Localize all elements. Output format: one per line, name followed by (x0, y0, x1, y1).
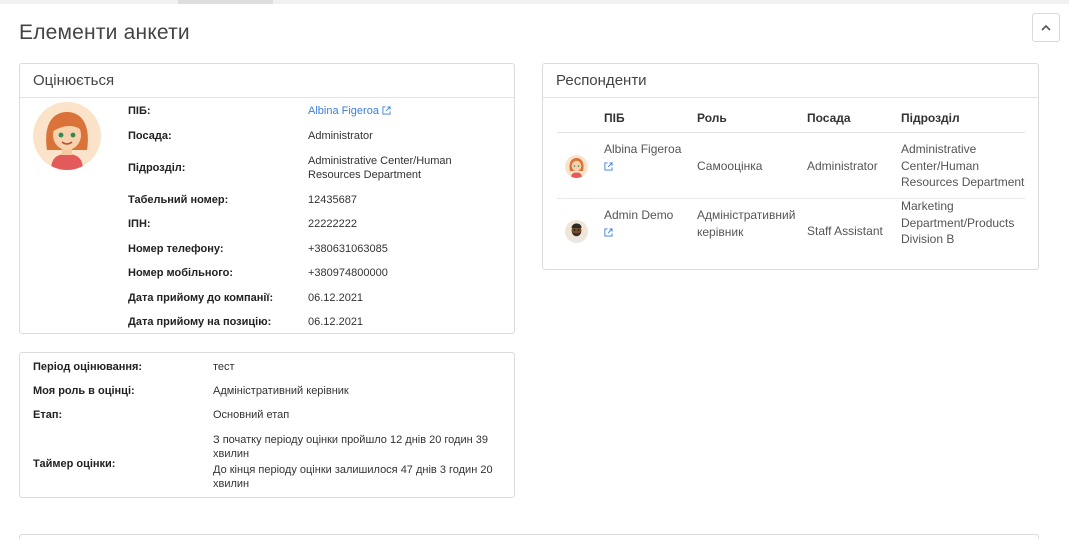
field-timer: Таймер оцінки: З початку періоду оцінки … (33, 433, 503, 493)
male-avatar-icon (565, 220, 588, 243)
field-label: Табельний номер: (128, 194, 229, 206)
column-header-department: Підрозділ (901, 111, 960, 125)
field-label: Таймер оцінки: (33, 458, 116, 470)
field-position: Посада: Administrator (128, 129, 508, 143)
field-value: 06.12.2021 (308, 292, 364, 304)
field-stage: Етап: Основний етап (33, 408, 503, 422)
field-value: 22222222 (308, 218, 357, 230)
external-link-icon (604, 161, 613, 171)
field-value: тест (213, 361, 235, 373)
respondent-department: Marketing Department/Products Division B (901, 199, 1015, 246)
field-mobile: Номер мобільного: +380974800000 (128, 266, 508, 280)
field-tax-id: ІПН: 22222222 (128, 217, 508, 231)
respondent-name-link[interactable]: Albina Figeroa (604, 141, 688, 174)
respondents-panel: Респонденти ПІБ Роль Посада Підрозділ Al… (542, 63, 1039, 270)
evaluated-heading: Оцінюється (20, 64, 514, 98)
table-header: ПІБ Роль Посада Підрозділ (557, 107, 1025, 133)
field-value: 06.12.2021 (308, 316, 364, 328)
timer-remaining: До кінця періоду оцінки залишилося 47 дн… (213, 464, 493, 490)
external-link-icon (382, 106, 391, 115)
respondent-position: Staff Assistant (807, 224, 883, 238)
column-header-position: Посада (807, 111, 851, 125)
field-label: Дата прийому до компанії: (128, 292, 274, 304)
field-value: Administrative Center/Human Resources De… (308, 155, 452, 181)
respondent-name-link[interactable]: Admin Demo (604, 207, 688, 240)
field-label: ІПН: (128, 218, 151, 230)
field-department: Підрозділ: Administrative Center/Human R… (128, 154, 508, 182)
timer-elapsed: З початку періоду оцінки пройшло 12 днів… (213, 434, 488, 460)
field-company-hire-date: Дата прийому до компанії: 06.12.2021 (128, 291, 508, 305)
field-label: Дата прийому на позицію: (128, 316, 272, 328)
respondent-role: Самооцінка (697, 159, 763, 173)
field-value: Основний етап (213, 409, 290, 421)
field-value: 12435687 (308, 194, 357, 206)
chevron-up-icon (1041, 24, 1051, 31)
evaluated-name-link[interactable]: Albina Figeroa (308, 104, 504, 118)
field-value: +380631063085 (308, 243, 388, 255)
field-phone: Номер телефону: +380631063085 (128, 242, 508, 256)
evaluated-panel: Оцінюється ПІБ: Albina Figeroa Посада: A… (19, 63, 515, 334)
field-label: ПІБ: (128, 105, 151, 117)
respondent-role: Адміністративний керівник (697, 208, 796, 239)
field-label: Номер телефону: (128, 243, 224, 255)
respondent-department: Administrative Center/Human Resources De… (901, 142, 1025, 189)
field-label: Посада: (128, 130, 172, 142)
external-link-icon (604, 227, 613, 237)
collapse-button[interactable] (1032, 13, 1060, 42)
next-section-panel (19, 534, 1039, 539)
field-value: Albina Figeroa (308, 105, 379, 117)
field-label: Моя роль в оцінці: (33, 385, 135, 397)
evaluated-avatar (33, 102, 101, 170)
column-header-role: Роль (697, 111, 727, 125)
field-label: Підрозділ: (128, 162, 186, 174)
respondents-heading: Респонденти (543, 64, 1038, 98)
evaluation-period-panel: Період оцінювання: тест Моя роль в оцінц… (19, 352, 515, 498)
respondent-name: Albina Figeroa (604, 142, 682, 156)
field-personnel-number: Табельний номер: 12435687 (128, 193, 508, 207)
field-my-role: Моя роль в оцінці: Адміністративний кері… (33, 384, 503, 398)
table-row: Admin Demo Адміністративний керівник Sta… (557, 199, 1025, 265)
respondent-position: Administrator (807, 159, 878, 173)
field-label: Етап: (33, 409, 63, 421)
active-tab-indicator (178, 0, 273, 4)
field-evaluation-period: Період оцінювання: тест (33, 360, 503, 374)
field-label: Період оцінювання: (33, 361, 143, 373)
field-value: Адміністративний керівник (213, 385, 349, 397)
field-value: Administrator (308, 130, 373, 142)
field-label: Номер мобільного: (128, 267, 234, 279)
field-position-hire-date: Дата прийому на позицію: 06.12.2021 (128, 315, 508, 329)
respondent-name: Admin Demo (604, 208, 674, 222)
female-avatar-icon (565, 155, 588, 178)
table-row: Albina Figeroa Самооцінка Administrator … (557, 133, 1025, 199)
page-title: Елементи анкети (19, 21, 190, 44)
field-value: +380974800000 (308, 267, 388, 279)
column-header-name: ПІБ (604, 111, 625, 125)
top-tab-strip (0, 0, 1069, 4)
field-fullname: ПІБ: Albina Figeroa (128, 104, 508, 118)
